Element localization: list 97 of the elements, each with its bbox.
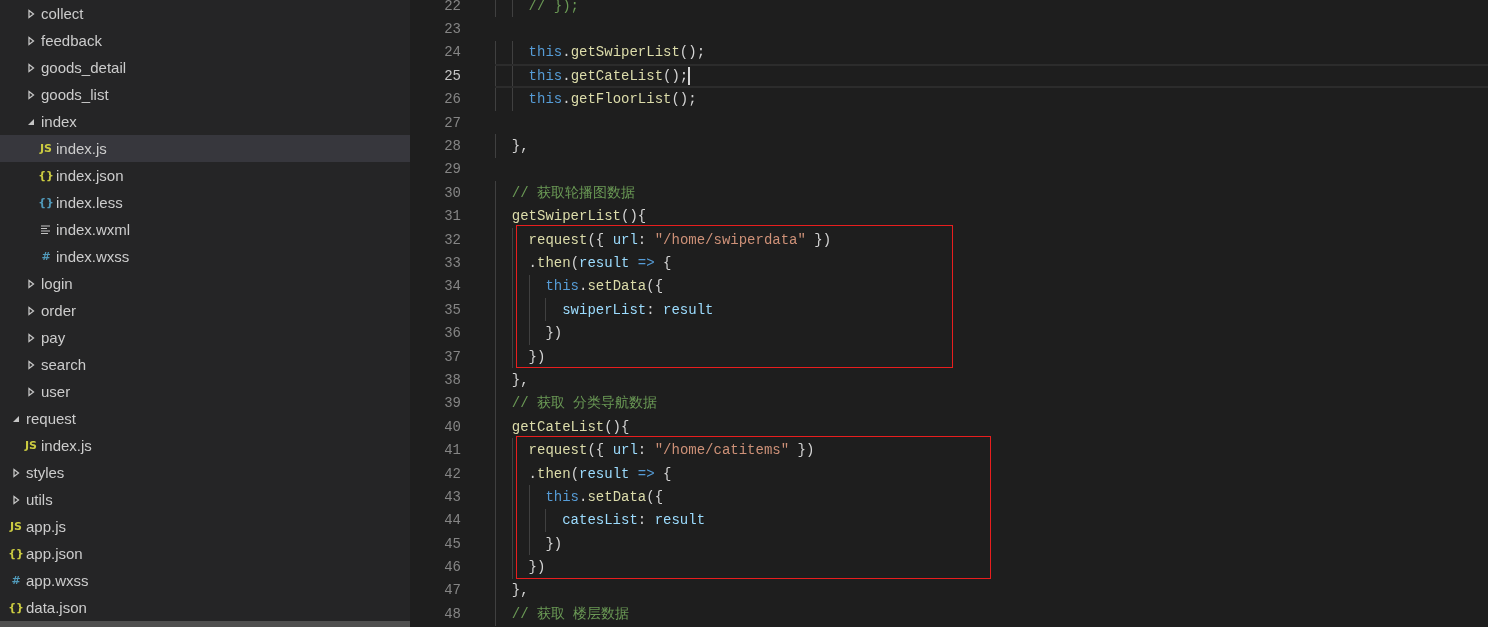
js-file-icon: JS [25, 439, 37, 452]
folder-item[interactable]: search [0, 351, 410, 378]
code-line: catesList: result [561, 512, 706, 529]
code-line: this.setData({ [544, 488, 664, 505]
line-number: 40 [443, 418, 461, 435]
code-line: this.getFloorList(); [527, 91, 697, 108]
line-number: 48 [443, 605, 461, 622]
json-file-icon: {} [8, 601, 24, 614]
line-number: 45 [443, 535, 461, 552]
code-line: swiperList: result [561, 301, 714, 318]
horizontal-scrollbar[interactable] [0, 621, 410, 627]
line-number: 27 [443, 114, 461, 131]
collapsed-triangle-icon[interactable] [26, 35, 36, 46]
line-number: 30 [443, 184, 461, 201]
wxss-file-icon: # [11, 574, 21, 587]
line-number: 32 [443, 231, 461, 248]
line-number: 24 [443, 44, 461, 61]
line-number: 29 [443, 161, 461, 178]
collapsed-triangle-icon[interactable] [26, 359, 36, 370]
file-item[interactable]: # app.wxss [0, 567, 410, 594]
line-number: 37 [443, 348, 461, 365]
code-line: }, [510, 371, 529, 388]
line-number: 46 [443, 559, 461, 576]
text-cursor [688, 66, 690, 85]
collapsed-triangle-icon[interactable] [11, 467, 21, 478]
file-item[interactable]: {}index.json [0, 162, 410, 189]
code-line: }) [544, 325, 563, 342]
code-line: // 获取轮播图数据 [510, 183, 635, 202]
file-item[interactable]: {}index.less [0, 189, 410, 216]
collapsed-triangle-icon[interactable] [26, 332, 36, 343]
code-line: request({ url: "/home/swiperdata" }) [527, 231, 832, 248]
folder-item[interactable]: goods_detail [0, 54, 410, 81]
folder-item[interactable]: feedback [0, 27, 410, 54]
line-number: 35 [443, 301, 461, 318]
collapsed-triangle-icon[interactable] [26, 305, 36, 316]
file-item[interactable]: JS index.js [0, 135, 410, 162]
line-number: 36 [443, 325, 461, 342]
code-line: }) [544, 535, 563, 552]
collapsed-triangle-icon[interactable] [26, 278, 36, 289]
code-line: }) [527, 348, 546, 365]
lines-icon [40, 223, 52, 236]
line-number: 34 [443, 278, 461, 295]
code-line: this.getSwiperList(); [527, 44, 706, 61]
file-item[interactable]: index.wxml [0, 216, 410, 243]
collapsed-triangle-icon[interactable] [11, 494, 21, 505]
folder-item[interactable]: user [0, 378, 410, 405]
folder-item[interactable]: order [0, 297, 410, 324]
line-number: 26 [443, 91, 461, 108]
js-file-icon: JS [10, 520, 22, 533]
line-number: 31 [443, 208, 461, 225]
file-item[interactable]: {}app.json [0, 540, 410, 567]
line-number: 42 [443, 465, 461, 482]
code-line: // 获取 楼层数据 [510, 604, 630, 623]
folder-item[interactable]: collect [0, 0, 410, 27]
code-line: .then(result => { [527, 255, 672, 271]
line-number: 23 [443, 21, 461, 38]
json-file-icon: {} [38, 169, 54, 182]
collapsed-triangle-icon[interactable] [26, 62, 36, 73]
code-line: getCateList(){ [510, 418, 630, 435]
collapsed-triangle-icon[interactable] [26, 386, 36, 397]
folder-item[interactable]: pay [0, 324, 410, 351]
folder-item[interactable]: goods_list [0, 81, 410, 108]
collapsed-triangle-icon[interactable] [26, 89, 36, 100]
folder-item[interactable]: index [0, 108, 410, 135]
code-line: this.setData({ [544, 278, 664, 295]
wxss-file-icon: # [41, 250, 51, 263]
code-line: this.getCateList(); [527, 67, 689, 84]
file-item[interactable]: {}data.json [0, 594, 410, 621]
code-line: }) [527, 559, 546, 576]
code-line: getSwiperList(){ [510, 208, 647, 225]
code-line: .then(result => { [527, 465, 672, 482]
line-number: 38 [443, 371, 461, 388]
file-item[interactable]: JS app.js [0, 513, 410, 540]
line-number: 43 [443, 488, 461, 505]
folder-item[interactable]: login [0, 270, 410, 297]
code-line: }, [510, 138, 529, 155]
line-number: 25 [443, 67, 461, 84]
folder-item[interactable]: styles [0, 459, 410, 486]
line-number: 41 [443, 442, 461, 459]
less-file-icon: {} [38, 196, 54, 209]
line-number: 22 [443, 0, 461, 14]
code-line: // }); [527, 0, 579, 14]
code-line: }, [510, 582, 529, 599]
folder-item[interactable]: request [0, 405, 410, 432]
js-file-icon: JS [40, 142, 52, 155]
code-line: // 获取 分类导航数据 [510, 394, 658, 413]
file-item[interactable]: JS index.js [0, 432, 410, 459]
collapsed-triangle-icon[interactable] [26, 8, 36, 19]
line-number: 28 [443, 138, 461, 155]
file-item[interactable]: # index.wxss [0, 243, 410, 270]
line-number: 39 [443, 395, 461, 412]
folder-item[interactable]: utils [0, 486, 410, 513]
line-number: 33 [443, 255, 461, 271]
line-number: 44 [443, 512, 461, 529]
json-file-icon: {} [8, 547, 24, 560]
code-line: request({ url: "/home/catitems" }) [527, 442, 815, 459]
line-number: 47 [443, 582, 461, 599]
